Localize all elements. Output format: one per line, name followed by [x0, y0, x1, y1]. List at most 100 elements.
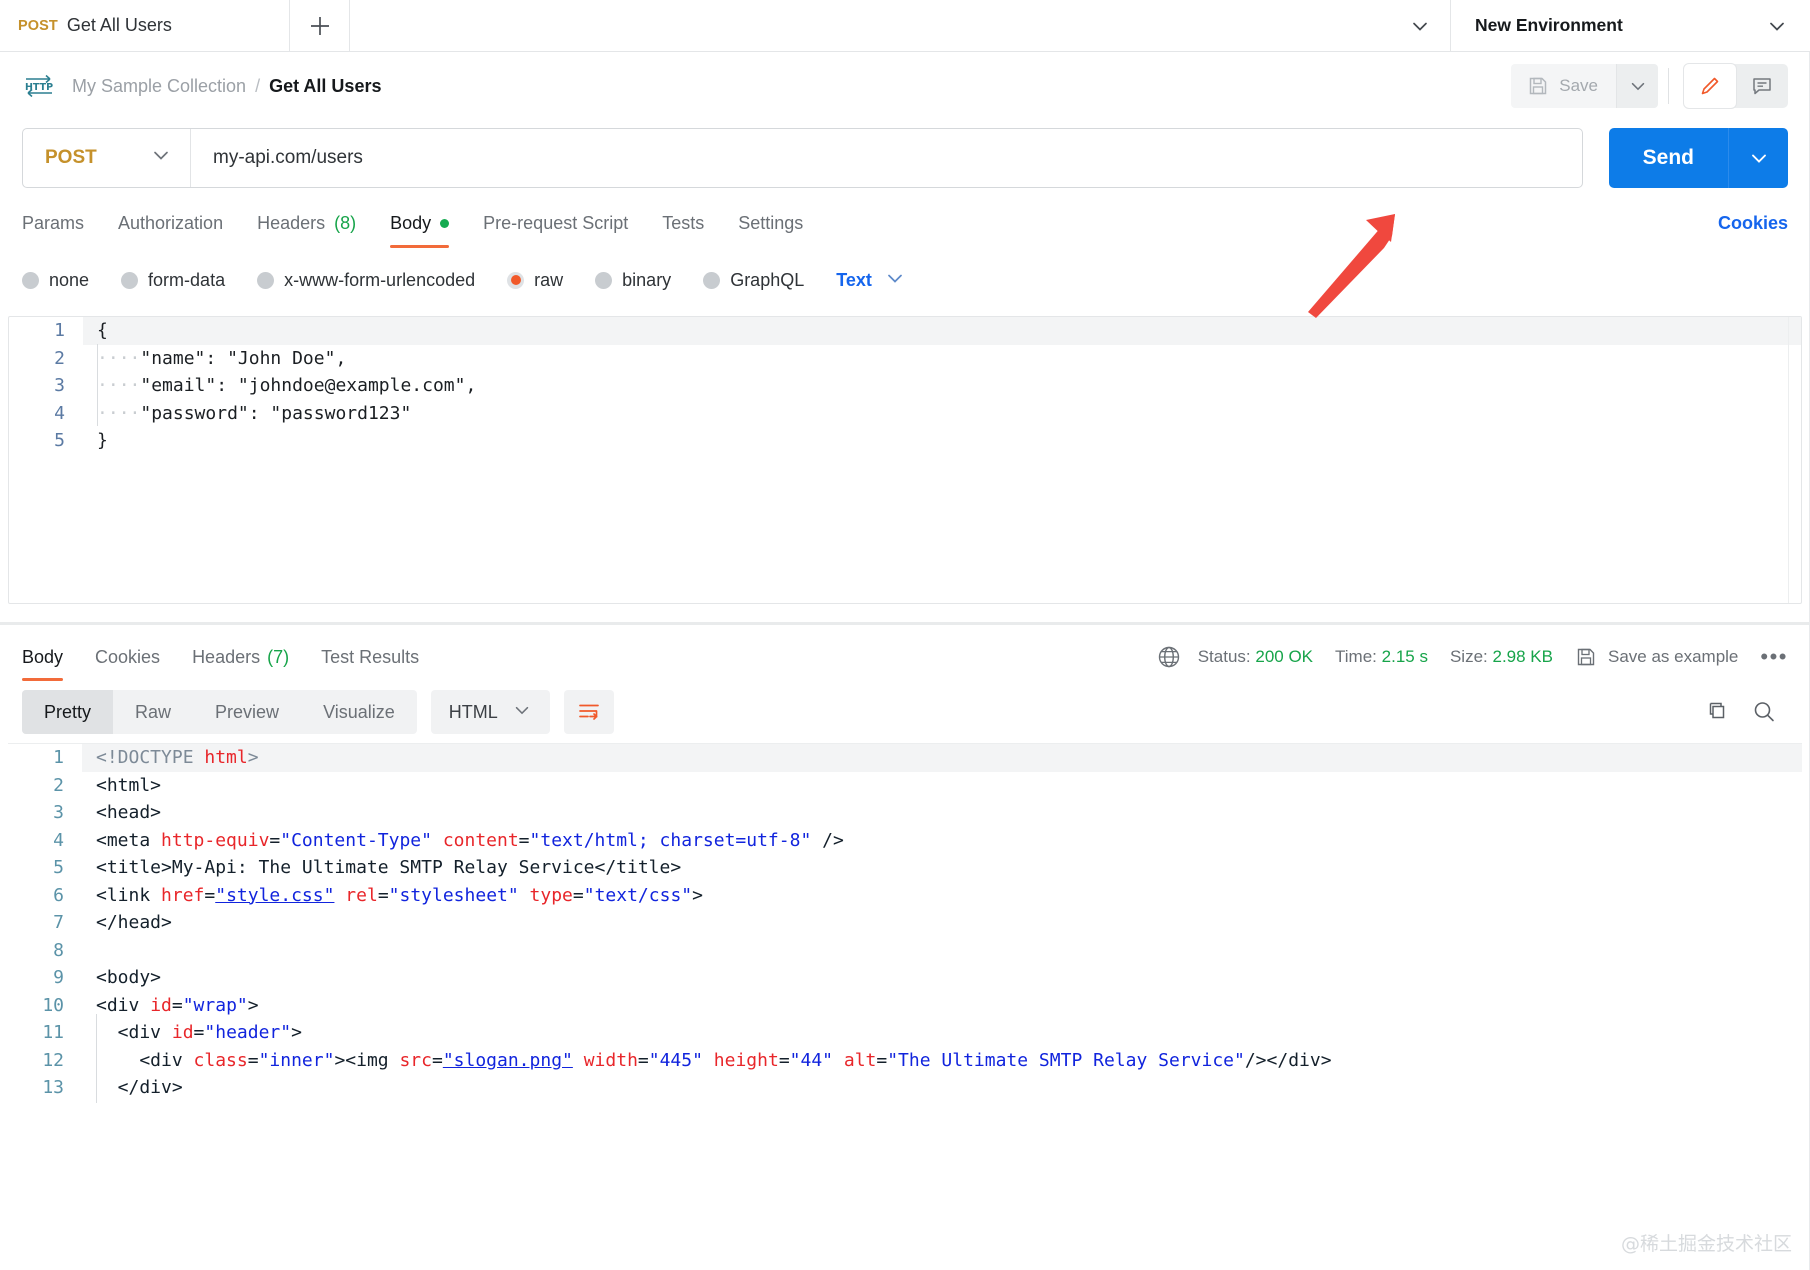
code-token: id	[150, 994, 172, 1016]
url-input[interactable]: my-api.com/users	[191, 129, 1582, 187]
code-line-text: <div id="wrap">	[82, 992, 1802, 1020]
response-view-toolbar: Pretty Raw Preview Visualize HTML	[0, 681, 1810, 743]
response-tab-headers[interactable]: Headers (7)	[176, 647, 305, 681]
code-token: </head>	[96, 912, 172, 933]
tab-tests[interactable]: Tests	[645, 213, 721, 248]
code-line: 8	[8, 937, 1802, 965]
line-number: 13	[42, 1077, 64, 1098]
response-tab-body-label: Body	[22, 647, 64, 667]
response-body-code[interactable]: 1 <!DOCTYPE html> 2 <html> 3 <head> 4 <meta htt…	[8, 744, 1802, 1103]
tab-body[interactable]: Body	[373, 213, 466, 248]
request-body-scrollbar[interactable]	[1788, 317, 1801, 603]
indent-guide	[97, 344, 98, 426]
response-time-label: Time:	[1335, 647, 1377, 666]
response-body-viewer[interactable]: 1 <!DOCTYPE html> 2 <html> 3 <head> 4 <meta htt…	[8, 743, 1802, 1103]
send-dropdown-button[interactable]	[1728, 128, 1788, 188]
line-number: 6	[53, 884, 64, 906]
tab-params-label: Params	[22, 213, 85, 233]
code-token[interactable]: "slogan.png"	[443, 1050, 573, 1071]
code-token: <html>	[96, 774, 162, 796]
code-token: "inner"	[258, 1049, 335, 1071]
send-button[interactable]: Send	[1608, 128, 1728, 188]
code-token: =	[171, 994, 183, 1016]
code-token: <title>	[96, 857, 172, 878]
edit-mode-button[interactable]	[1684, 64, 1736, 108]
line-number: 14	[8, 1102, 82, 1104]
response-tab-test-results[interactable]: Test Results	[305, 647, 435, 681]
chevron-down-icon	[1413, 22, 1427, 31]
body-type-x-www-form-urlencoded[interactable]: x-www-form-urlencoded	[257, 270, 475, 291]
save-as-example-button[interactable]: Save as example	[1575, 646, 1738, 668]
body-type-raw[interactable]: raw	[507, 270, 563, 291]
code-line-text: <body>	[82, 964, 1802, 992]
response-format-selector[interactable]: HTML	[430, 690, 550, 734]
code-token: =	[778, 1049, 790, 1071]
line-number: 2	[53, 774, 64, 796]
tab-headers[interactable]: Headers (8)	[240, 213, 373, 248]
tab-pre-request-script-label: Pre-request Script	[483, 213, 629, 233]
tab-settings[interactable]: Settings	[721, 213, 820, 248]
body-type-binary[interactable]: binary	[595, 270, 671, 291]
response-meta: Status: 200 OK Time: 2.15 s Size: 2.98 K…	[1156, 644, 1788, 681]
code-token: <body>	[96, 967, 162, 988]
response-tab-body[interactable]: Body	[22, 647, 79, 681]
copy-response-button[interactable]	[1692, 699, 1740, 725]
response-more-options-button[interactable]: •••	[1760, 644, 1788, 670]
code-line-text: </head>	[82, 909, 1802, 937]
code-token: /></div>	[1244, 1049, 1332, 1071]
response-tab-headers-count: (7)	[267, 647, 290, 667]
breadcrumb-collection[interactable]: My Sample Collection	[72, 76, 246, 97]
save-dropdown-button[interactable]	[1616, 64, 1658, 108]
tab-params[interactable]: Params	[22, 213, 101, 248]
code-token: "Content-Type"	[280, 829, 432, 851]
view-mode-pretty[interactable]: Pretty	[22, 690, 114, 734]
line-number: 8	[53, 939, 64, 961]
breadcrumb-row: HTTP My Sample Collection / Get All User…	[0, 52, 1810, 120]
raw-format-selector[interactable]: Text	[836, 267, 906, 294]
code-token: =	[269, 829, 281, 851]
code-token: </title>	[594, 857, 682, 878]
code-line: 2 <html>	[8, 772, 1802, 800]
view-mode-preview[interactable]: Preview	[193, 690, 301, 734]
http-method-selector[interactable]: POST	[23, 129, 191, 187]
view-mode-raw[interactable]: Raw	[113, 690, 193, 734]
code-token: alt	[843, 1049, 877, 1071]
tab-pre-request-script[interactable]: Pre-request Script	[466, 213, 645, 248]
code-line: 1 <!DOCTYPE html>	[8, 744, 1802, 772]
code-line: 5 <title>My-Api: The Ultimate SMTP Relay …	[8, 854, 1802, 882]
comment-mode-button[interactable]	[1736, 64, 1788, 108]
chevron-down-icon	[150, 144, 172, 172]
chevron-down-icon	[1770, 22, 1784, 31]
line-number: 2	[54, 347, 65, 369]
tab-list-dropdown-button[interactable]	[1390, 0, 1450, 51]
code-token: id	[171, 1022, 194, 1043]
request-tab-get-all-users[interactable]: POST Get All Users	[0, 0, 290, 51]
body-type-form-data[interactable]: form-data	[121, 270, 225, 291]
request-body-code[interactable]: 1{2 ····"name": "John Doe", 3 ····"email": …	[9, 317, 1801, 455]
code-token: >	[291, 1022, 302, 1043]
code-token[interactable]: "style.css"	[215, 885, 334, 906]
request-body-editor[interactable]: 1{2 ····"name": "John Doe", 3 ····"email": …	[8, 316, 1802, 604]
tab-authorization[interactable]: Authorization	[101, 213, 240, 248]
code-line: 5}	[9, 427, 1801, 455]
editor-mode-toggle-group	[1668, 64, 1788, 108]
body-type-none[interactable]: none	[22, 270, 89, 291]
body-type-graphql[interactable]: GraphQL	[703, 270, 804, 291]
cookies-link[interactable]: Cookies	[1718, 213, 1788, 248]
view-mode-visualize[interactable]: Visualize	[301, 690, 417, 734]
request-tab-method: POST	[18, 17, 58, 34]
response-tab-cookies[interactable]: Cookies	[79, 647, 176, 681]
code-token: >	[247, 747, 259, 768]
code-line-text: <head>	[82, 799, 1802, 827]
code-token: =	[637, 1049, 649, 1071]
code-token: =	[572, 884, 584, 906]
code-line: 1{	[9, 317, 1801, 345]
new-tab-button[interactable]	[290, 0, 350, 51]
environment-selector[interactable]: New Environment	[1450, 0, 1810, 51]
wrap-lines-button[interactable]	[563, 690, 614, 734]
search-response-button[interactable]	[1740, 698, 1788, 726]
code-line: 9 <body>	[8, 964, 1802, 992]
save-as-example-label: Save as example	[1607, 647, 1739, 666]
code-token: href	[161, 884, 205, 906]
save-button[interactable]: Save	[1511, 64, 1616, 108]
